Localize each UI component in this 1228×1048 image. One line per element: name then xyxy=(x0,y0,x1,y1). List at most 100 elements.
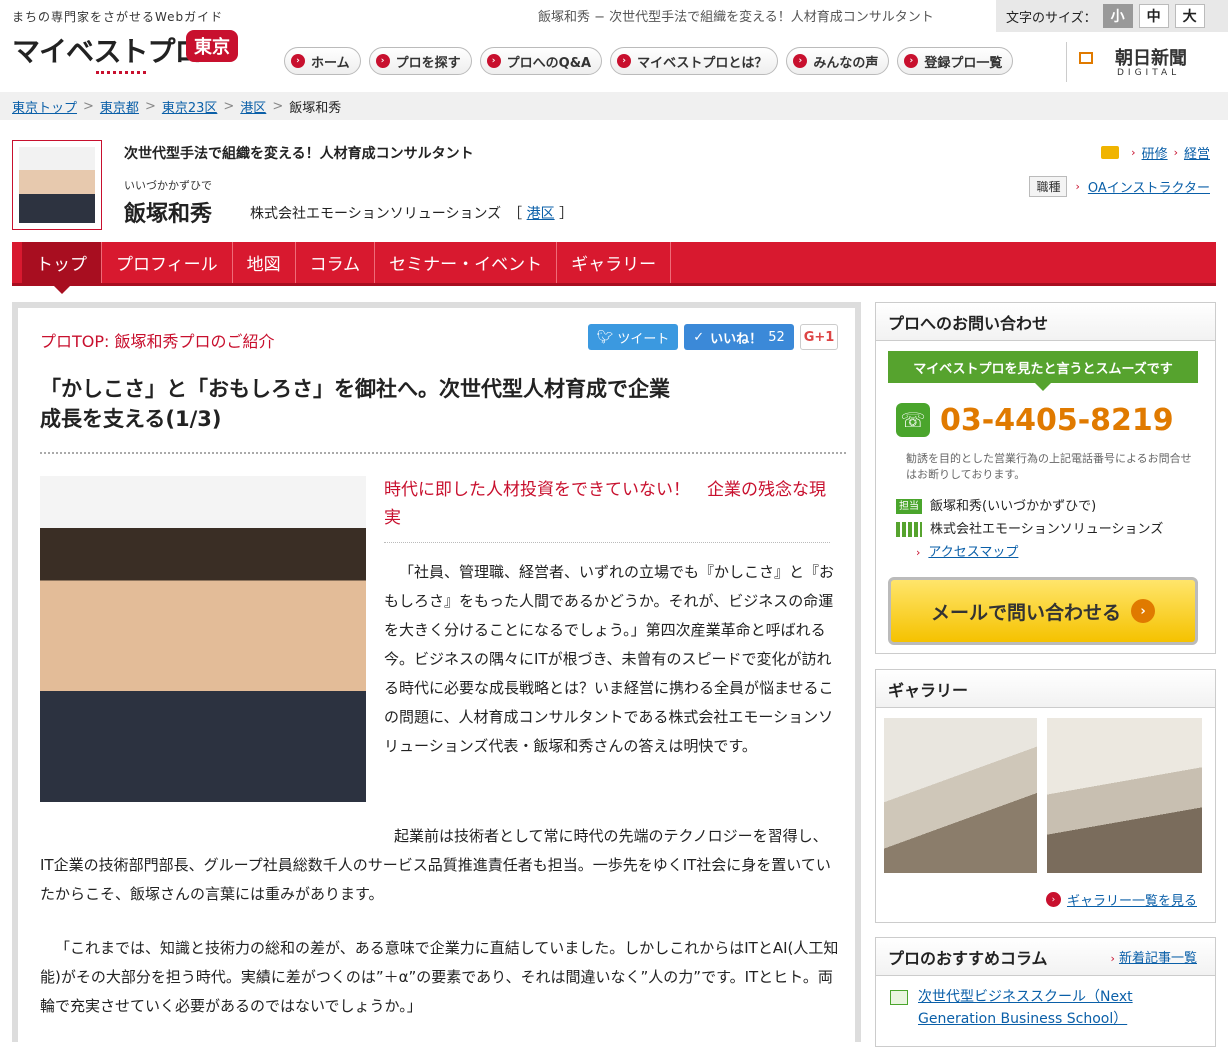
arrow-right-icon: › xyxy=(617,54,632,68)
gallery-heading: ギャラリー xyxy=(876,670,1215,708)
site-logo-city[interactable]: 東京 xyxy=(186,30,238,62)
arrow-right-icon: › xyxy=(1131,599,1155,623)
checkmark-icon: ✓ xyxy=(693,329,705,345)
nav-about-button[interactable]: › マイベストプロとは？ xyxy=(610,47,779,75)
chevron-right-icon: > xyxy=(144,98,156,114)
font-size-switcher: 文字のサイズ： 小 中 大 xyxy=(996,0,1228,32)
tab-map[interactable]: 地図 xyxy=(233,242,296,283)
article-paragraph: 「これまでは、知識と技術力の総和の差が、ある意味で企業力に直結していました。しか… xyxy=(40,939,839,1015)
article-lead: プロTOP: 飯塚和秀プロのご紹介 xyxy=(40,332,275,351)
profile-tabs: トップ プロフィール 地図 コラム セミナー・イベント ギャラリー xyxy=(12,242,1216,294)
phone-number[interactable]: 03-4405-8219 xyxy=(940,403,1174,438)
nav-search-pro-button[interactable]: › プロを探す xyxy=(368,47,472,75)
phone-note: 勧誘を目的とした営業行為の上記電話番号によるお問合せはお断りしております。 xyxy=(906,452,1192,481)
breadcrumb-item[interactable]: 港区 xyxy=(240,97,266,116)
partner-logo[interactable]: 朝日新聞 DIGITAL xyxy=(1066,42,1216,82)
site-logo[interactable]: マイベストプロ xyxy=(12,30,203,70)
profile-kana: いいづかかずひで xyxy=(124,179,212,192)
chevron-right-icon: › xyxy=(1173,146,1178,159)
profile-job: 職種 › OAインストラクター xyxy=(1029,176,1210,197)
gallery-thumbnail[interactable] xyxy=(1047,718,1202,873)
arrow-right-icon: › xyxy=(375,54,390,68)
arrow-right-icon: › xyxy=(291,54,305,68)
tag-link[interactable]: 経営 xyxy=(1184,143,1210,162)
chevron-right-icon: › xyxy=(916,546,921,559)
contact-banner: マイベストプロを見たと言うとスムーズです xyxy=(888,351,1198,391)
arrow-right-icon: › xyxy=(1045,892,1061,907)
nav-qa-button[interactable]: › プロへのQ&A xyxy=(479,47,603,75)
google-plus-button[interactable]: G+1 xyxy=(800,324,838,350)
contact-panel: プロへのお問い合わせ マイベストプロを見たと言うとスムーズです ☏ 03-440… xyxy=(875,302,1216,654)
portrait-image xyxy=(19,147,95,223)
breadcrumb-current: 飯塚和秀 xyxy=(289,100,342,116)
profile-area-link[interactable]: 港区 xyxy=(527,206,555,222)
contact-representative: 担当 飯塚和秀(いいづかかずひで) 株式会社エモーションソリューションズ › アクセ… xyxy=(896,495,1163,564)
tab-column[interactable]: コラム xyxy=(296,242,376,283)
column-item: 次世代型ビジネススクール（Next Generation Business Sc… xyxy=(890,986,1190,1030)
chevron-right-icon: > xyxy=(83,98,94,114)
font-size-label: 文字のサイズ： xyxy=(1006,10,1097,26)
article-portrait-image xyxy=(40,476,366,802)
font-size-small-button[interactable]: 小 xyxy=(1102,4,1133,28)
gallery-more-link[interactable]: ギャラリー一覧を見る xyxy=(1067,890,1197,909)
gallery-panel: ギャラリー › ギャラリー一覧を見る xyxy=(875,669,1216,923)
chevron-right-icon: › xyxy=(1131,146,1136,159)
column-item-link[interactable]: 次世代型ビジネススクール（Next Generation Business Sc… xyxy=(918,986,1190,1030)
article-icon xyxy=(890,990,908,1005)
profile-photo[interactable] xyxy=(12,140,102,230)
breadcrumb: 東京トップ > 東京都 > 東京23区 > 港区 > 飯塚和秀 xyxy=(0,92,1228,120)
profile-header: 次世代型手法で組織を変える！人材育成コンサルタント いいづかかずひで 飯塚和秀 … xyxy=(12,140,1216,232)
tag-link[interactable]: 研修 xyxy=(1142,143,1168,162)
font-size-large-button[interactable]: 大 xyxy=(1174,4,1205,28)
profile-name: 飯塚和秀 xyxy=(124,202,213,227)
breadcrumb-item[interactable]: 東京都 xyxy=(100,97,139,116)
profile-tags: › 研修 › 経営 xyxy=(1101,143,1210,162)
arrow-right-icon: › xyxy=(904,54,919,68)
article-title: 「かしこさ」と「おもしろさ」を御社へ。次世代型人材育成で企業成長を支える(1/3… xyxy=(40,377,670,431)
access-map-link[interactable]: アクセスマップ xyxy=(928,541,1018,564)
site-tagline: まちの専門家をさがせるWebガイド xyxy=(12,10,224,24)
partner-name: 朝日新聞 xyxy=(1115,48,1187,69)
arrow-right-icon: › xyxy=(486,54,501,68)
tab-top[interactable]: トップ xyxy=(22,242,102,294)
tab-gallery[interactable]: ギャラリー xyxy=(557,242,672,283)
new-articles-link[interactable]: 新着記事一覧 xyxy=(1119,951,1197,966)
nav-voices-button[interactable]: › みんなの声 xyxy=(786,47,890,75)
rep-badge: 担当 xyxy=(896,499,922,514)
font-size-medium-button[interactable]: 中 xyxy=(1138,4,1169,28)
column-heading: プロのおすすめコラム xyxy=(888,948,1048,968)
article-subheading: 時代に即した人材投資をできていない！ 企業の残念な現実 xyxy=(384,476,830,543)
tab-profile[interactable]: プロフィール xyxy=(102,242,233,283)
job-label: 職種 xyxy=(1029,176,1068,197)
like-count: 52 xyxy=(768,329,785,345)
contact-heading: プロへのお問い合わせ xyxy=(876,303,1215,341)
nav-home-button[interactable]: › ホーム xyxy=(284,47,361,75)
job-link[interactable]: OAインストラクター xyxy=(1088,177,1210,196)
building-icon xyxy=(896,522,922,537)
rep-name: 飯塚和秀(いいづかかずひで) xyxy=(930,499,1097,514)
profile-company: 株式会社エモーションソリューションズ ［ 港区 ］ xyxy=(250,206,574,222)
article-paragraph: 「社員、管理職、経営者、いずれの立場でも『かしこさ』と『おもしろさ』をもった人間… xyxy=(384,563,835,755)
tweet-button[interactable]: 🐦︎ ツイート xyxy=(588,324,678,350)
partner-sub: DIGITAL xyxy=(1117,68,1181,78)
gallery-thumbnail[interactable] xyxy=(884,718,1037,873)
breadcrumb-item[interactable]: 東京トップ xyxy=(12,97,77,116)
social-buttons: 🐦︎ ツイート ✓ いいね！ 52 G+1 xyxy=(588,324,838,350)
chevron-right-icon: > xyxy=(272,98,284,114)
like-button[interactable]: ✓ いいね！ 52 xyxy=(684,324,794,350)
divider xyxy=(40,452,846,454)
header-page-title: 飯塚和秀 − 次世代型手法で組織を変える！人材育成コンサルタント xyxy=(538,10,934,25)
mail-inquiry-button[interactable]: メールで問い合わせる › xyxy=(888,577,1198,645)
global-nav: › ホーム › プロを探す › プロへのQ&A › マイベストプロとは？ › みんなの声 … xyxy=(284,47,1014,75)
tab-seminar[interactable]: セミナー・イベント xyxy=(375,242,558,283)
gallery-more: › ギャラリー一覧を見る xyxy=(1045,890,1197,909)
profile-catchphrase: 次世代型手法で組織を変える！人材育成コンサルタント xyxy=(124,146,474,162)
site-header: まちの専門家をさがせるWebガイド マイベストプロ 東京 飯塚和秀 − 次世代型… xyxy=(0,0,1228,90)
external-window-icon xyxy=(1079,52,1093,64)
folder-icon xyxy=(1101,146,1120,159)
nav-pro-list-button[interactable]: › 登録プロ一覧 xyxy=(897,47,1014,75)
logo-dots-decoration xyxy=(96,68,146,74)
phone-icon: ☏ xyxy=(896,403,930,437)
twitter-bird-icon: 🐦︎ xyxy=(596,329,614,345)
breadcrumb-item[interactable]: 東京23区 xyxy=(162,97,218,116)
